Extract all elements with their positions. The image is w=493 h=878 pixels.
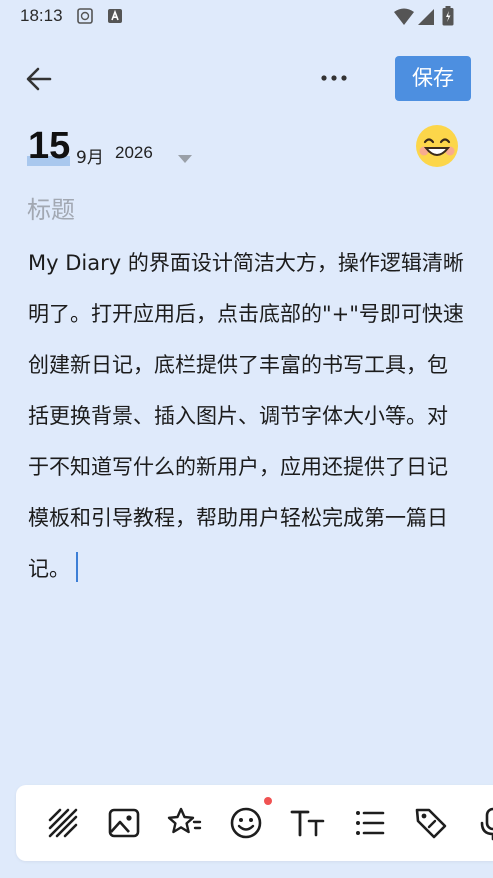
mood-picker[interactable] (415, 124, 459, 168)
wifi-icon (394, 8, 414, 30)
save-button[interactable]: 保存 (395, 56, 471, 101)
tag-button[interactable] (413, 805, 449, 841)
insert-image-button[interactable] (106, 805, 142, 841)
status-bar: 18:13 (0, 0, 493, 34)
list-button[interactable] (352, 805, 388, 841)
date-dropdown-button[interactable] (177, 149, 193, 163)
signal-icon (418, 8, 434, 30)
a-badge-icon (107, 8, 123, 28)
diary-body-editor[interactable]: My Diary 的界面设计简洁大方，操作逻辑清晰明了。打开应用后，点击底部的"… (28, 238, 468, 595)
text-size-icon (290, 810, 325, 837)
date-year[interactable]: 2026 (115, 143, 153, 163)
star-template-icon (167, 807, 202, 834)
background-pattern-icon (48, 808, 78, 838)
title-input[interactable]: 标题 (27, 190, 447, 225)
smiling-face-emoji-icon (416, 125, 458, 167)
back-button[interactable] (22, 62, 56, 96)
tag-icon (415, 808, 447, 839)
emoji-notification-dot (264, 797, 272, 805)
arrow-left-icon (26, 67, 52, 91)
image-icon (108, 808, 140, 838)
battery-icon (442, 6, 454, 30)
status-time: 18:13 (20, 6, 63, 25)
diary-body-text: My Diary 的界面设计简洁大方，操作逻辑清晰明了。打开应用后，点击底部的"… (28, 251, 464, 581)
date-month[interactable]: 9月 (76, 143, 104, 168)
microphone-icon (480, 807, 493, 841)
text-size-button[interactable] (290, 805, 326, 841)
voice-button[interactable] (475, 805, 493, 841)
date-day[interactable]: 15 (28, 124, 70, 168)
list-icon (356, 811, 385, 835)
text-cursor (76, 552, 78, 582)
emoji-icon (230, 807, 262, 839)
diary-editor-screen: 18:13 保存 15 9月 2026 标题 My Diary 的界面设计简洁大… (0, 0, 493, 878)
shield-icon (77, 8, 93, 28)
editor-toolbar (16, 785, 493, 861)
emoji-button[interactable] (228, 805, 264, 841)
background-button[interactable] (45, 805, 81, 841)
more-options-button[interactable] (318, 66, 352, 90)
template-button[interactable] (167, 805, 203, 841)
triangle-down-icon (178, 155, 192, 163)
more-dots-icon (321, 75, 347, 81)
